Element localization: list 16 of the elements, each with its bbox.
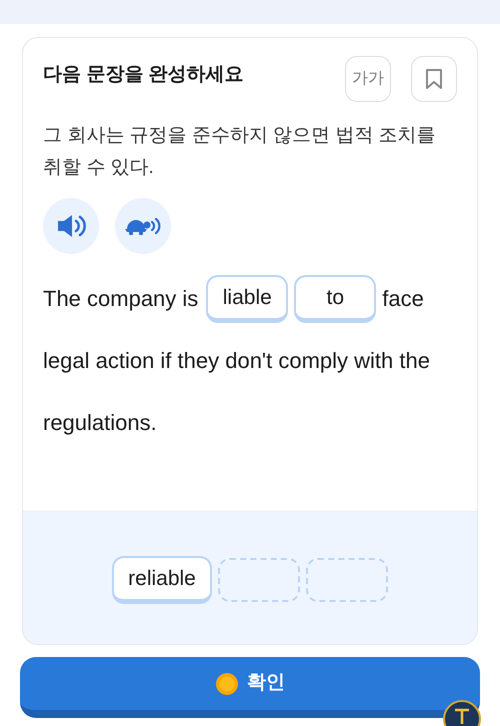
- translate-icon[interactable]: [443, 700, 481, 726]
- bookmark-button[interactable]: [411, 56, 457, 102]
- coin-icon: [215, 672, 239, 696]
- speaker-icon: [56, 213, 86, 239]
- sentence-text: legal action if they don't comply with the: [43, 347, 430, 375]
- question-title: 다음 문장을 완성하세요: [43, 63, 244, 87]
- answer-chip[interactable]: liable: [206, 275, 288, 323]
- font-size-button[interactable]: 가가: [345, 56, 391, 102]
- korean-prompt: 그 회사는 규정을 준수하지 않으면 법적 조치를 취할 수 있다.: [43, 124, 437, 180]
- bookmark-icon: [425, 68, 443, 90]
- sentence-text: The company is: [43, 285, 198, 313]
- sentence-text: regulations.: [43, 409, 157, 437]
- confirm-button[interactable]: 확인: [20, 657, 480, 718]
- answer-chip[interactable]: to: [294, 275, 376, 323]
- word-chip[interactable]: reliable: [112, 556, 212, 604]
- sentence-text: face: [382, 285, 424, 313]
